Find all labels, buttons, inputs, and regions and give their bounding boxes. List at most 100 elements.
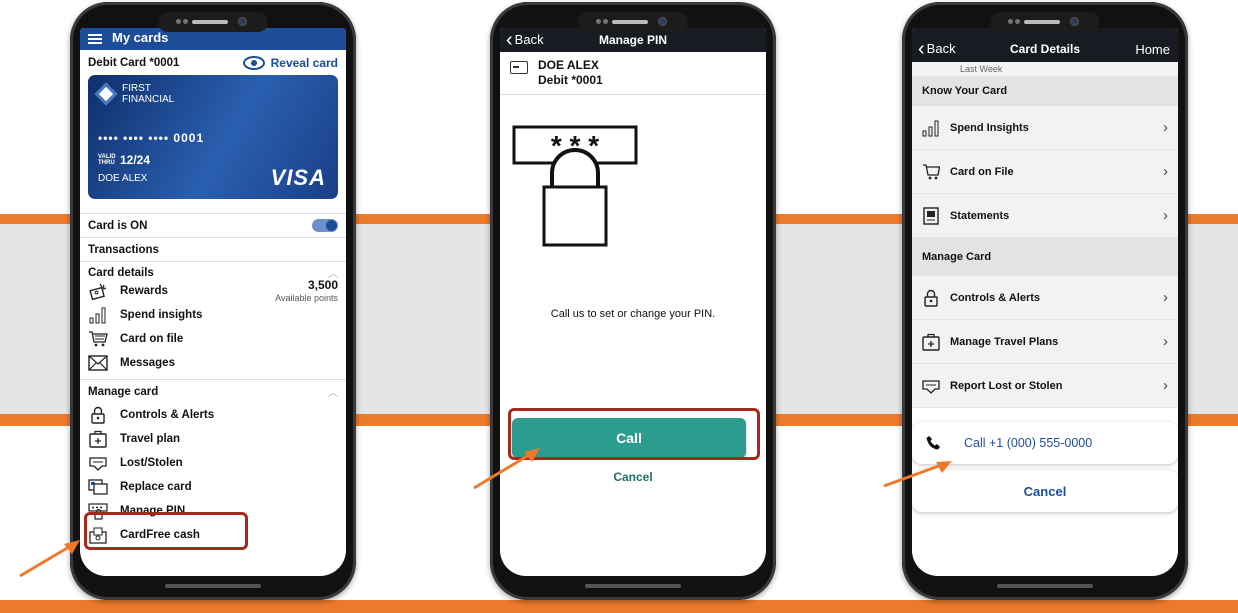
- chevron-right-icon: ›: [1163, 119, 1168, 136]
- orange-band-bottom: [0, 600, 1238, 613]
- call-number-label: Call +1 (000) 555-0000: [964, 436, 1093, 450]
- page-title: My cards: [112, 30, 169, 45]
- rewards-label: Rewards: [120, 285, 168, 297]
- lost-card-icon: [88, 454, 108, 472]
- card-status-row: Card is ON: [80, 213, 346, 237]
- nav-bar: Back Card Details Home: [912, 28, 1178, 62]
- bank-name-line2: FINANCIAL: [122, 94, 175, 105]
- home-indicator: [997, 584, 1093, 588]
- home-indicator: [585, 584, 681, 588]
- card-on-file-label: Card on file: [120, 333, 184, 345]
- statements-row[interactable]: Statements ›: [912, 194, 1178, 238]
- manage-travel-plans-row[interactable]: Manage Travel Plans ›: [912, 320, 1178, 364]
- report-lost-stolen-row[interactable]: Report Lost or Stolen ›: [912, 364, 1178, 408]
- gift-icon: [88, 282, 108, 300]
- phone-icon: [926, 436, 940, 450]
- messages-item[interactable]: Messages: [80, 351, 346, 375]
- card-on-file-row[interactable]: Card on File ›: [912, 150, 1178, 194]
- cart-icon: [88, 330, 108, 348]
- phone-my-cards: My cards Debit Card *0001 Reveal card FI…: [70, 2, 356, 600]
- replace-card-item[interactable]: Replace card: [80, 475, 346, 499]
- phone-notch: [158, 12, 268, 32]
- bar-chart-icon: [922, 119, 940, 137]
- rewards-points-value: 3,500: [307, 277, 338, 292]
- travel-plan-item[interactable]: Travel plan: [80, 427, 346, 451]
- account-card: Debit *0001: [538, 73, 603, 87]
- card-details-label: Card details: [88, 266, 154, 279]
- card-expiry: VALID THRU 12/24: [98, 153, 150, 167]
- chevron-right-icon: ›: [1163, 377, 1168, 394]
- controls-alerts-row[interactable]: Controls & Alerts ›: [912, 276, 1178, 320]
- call-action-sheet: Call +1 (000) 555-0000 Cancel: [912, 422, 1178, 574]
- valid-thru-label: VALID THRU: [98, 154, 116, 166]
- back-button[interactable]: Back: [506, 29, 544, 52]
- suitcase-icon: [922, 333, 940, 351]
- spend-insights-item[interactable]: Spend insights: [80, 303, 346, 327]
- home-indicator: [165, 584, 261, 588]
- call-highlight: [508, 408, 760, 460]
- card-on-toggle[interactable]: [312, 219, 338, 232]
- spend-insights-label: Spend Insights: [950, 121, 1029, 134]
- card-number: •••• •••• •••• 0001: [98, 131, 205, 145]
- lost-stolen-item[interactable]: Lost/Stolen: [80, 451, 346, 475]
- card-header: Debit Card *0001 Reveal card: [80, 50, 346, 73]
- last-week-label: Last Week: [912, 62, 1178, 76]
- debit-card-image[interactable]: FIRST FINANCIAL •••• •••• •••• 0001 VALID…: [88, 75, 338, 199]
- card-on-file-item[interactable]: Card on file: [80, 327, 346, 351]
- arrow-icon: [883, 461, 952, 488]
- controls-alerts-label: Controls & Alerts: [950, 291, 1041, 304]
- manage-card-header: Manage Card: [912, 238, 1178, 276]
- controls-alerts-item[interactable]: Controls & Alerts: [80, 403, 346, 427]
- back-button[interactable]: Back: [918, 38, 956, 61]
- transactions-label: Transactions: [88, 243, 159, 256]
- tutorial-canvas: My cards Debit Card *0001 Reveal card FI…: [0, 0, 1238, 613]
- card-icon: [510, 61, 528, 74]
- travel-plan-label: Travel plan: [120, 433, 181, 445]
- spend-insights-label: Spend insights: [120, 309, 203, 321]
- phone-notch: [990, 12, 1100, 32]
- expiry-date: 12/24: [120, 153, 151, 167]
- statements-label: Statements: [950, 209, 1010, 222]
- manage-pin-highlight: [84, 512, 248, 550]
- pin-message: Call us to set or change your PIN.: [550, 308, 716, 320]
- bar-chart-icon: [88, 306, 108, 324]
- chevron-right-icon: ›: [1163, 163, 1168, 180]
- bank-name-line1: FIRST: [122, 83, 151, 94]
- manage-travel-plans-label: Manage Travel Plans: [950, 335, 1059, 348]
- report-lost-stolen-label: Report Lost or Stolen: [950, 379, 1063, 392]
- statement-icon: [922, 206, 940, 225]
- card-holder: DOE ALEX: [98, 173, 148, 184]
- arrow-icon: [473, 448, 540, 490]
- menu-icon[interactable]: [88, 37, 102, 40]
- phone-notch: [578, 12, 688, 32]
- home-button[interactable]: Home: [1135, 42, 1170, 57]
- bank-logo: FIRST FINANCIAL: [94, 82, 175, 106]
- chevron-right-icon: ›: [1163, 333, 1168, 350]
- lock-icon: [88, 406, 108, 424]
- chevron-right-icon: ›: [1163, 289, 1168, 306]
- phone-manage-pin: Back Manage PIN DOE ALEXDebit *0001 * * …: [490, 2, 776, 600]
- lost-card-icon: [922, 377, 940, 395]
- arrow-icon: [19, 540, 80, 578]
- spend-insights-row[interactable]: Spend Insights ›: [912, 106, 1178, 150]
- pin-lock-illustration: * * *: [512, 125, 638, 247]
- rewards-item[interactable]: Rewards 3,500 Available points: [80, 279, 346, 303]
- screen-card-details: Back Card Details Home Last Week Know Yo…: [912, 28, 1178, 576]
- manage-card-header[interactable]: Manage card ︿: [80, 379, 346, 403]
- screen-my-cards: My cards Debit Card *0001 Reveal card FI…: [80, 28, 346, 576]
- account-header: DOE ALEX Debit *0001: [500, 52, 766, 95]
- reveal-card-label: Reveal card: [270, 56, 338, 70]
- phone-card-details: Back Card Details Home Last Week Know Yo…: [902, 2, 1188, 600]
- transactions-row[interactable]: Transactions: [80, 237, 346, 261]
- cart-icon: [922, 163, 940, 181]
- lock-icon: [922, 289, 940, 307]
- manage-card-label: Manage card: [88, 385, 159, 398]
- replace-card-label: Replace card: [120, 481, 192, 493]
- suitcase-icon: [88, 430, 108, 448]
- envelope-icon: [88, 354, 108, 372]
- reveal-card-button[interactable]: Reveal card: [242, 56, 338, 70]
- card-on-file-label: Card on File: [950, 165, 1014, 178]
- card-status-label: Card is ON: [88, 219, 148, 232]
- messages-label: Messages: [120, 357, 175, 369]
- screen-manage-pin: Back Manage PIN DOE ALEXDebit *0001 * * …: [500, 28, 766, 576]
